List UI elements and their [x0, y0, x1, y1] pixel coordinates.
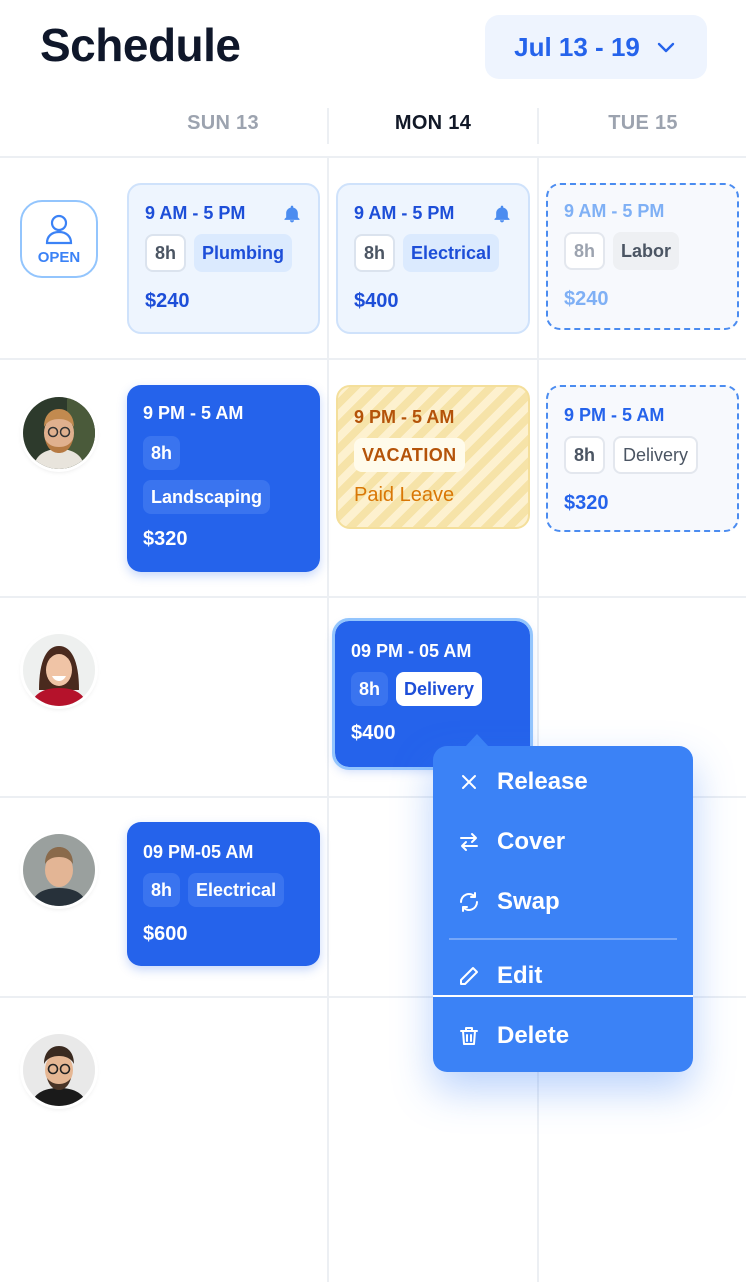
date-range-label: Jul 13 - 19 — [514, 31, 640, 62]
shift-price: $600 — [143, 923, 188, 945]
grid-divider — [0, 156, 746, 158]
shift-time: 9 PM - 5 AM — [564, 405, 665, 425]
shift-time: 9 AM - 5 PM — [145, 203, 246, 223]
avatar[interactable] — [23, 397, 95, 469]
grid-divider — [0, 596, 746, 598]
shift-price: $240 — [145, 290, 190, 312]
role-tag: Electrical — [188, 873, 285, 907]
bell-icon — [284, 205, 300, 222]
hours-tag: 8h — [143, 436, 181, 470]
day-header-sun[interactable]: SUN 13 — [118, 112, 328, 135]
refresh-icon — [460, 892, 478, 912]
shift-price: $240 — [564, 288, 609, 310]
grid-divider — [537, 108, 539, 144]
trash-icon — [460, 1027, 478, 1045]
shift-price: $400 — [351, 722, 396, 744]
hours-tag: 8h — [351, 672, 389, 706]
day-header-mon[interactable]: MON 14 — [328, 112, 538, 135]
bell-icon — [494, 205, 510, 222]
shift-time: 9 PM - 5 AM — [354, 407, 455, 427]
menu-label: Release — [497, 768, 588, 795]
menu-label: Swap — [497, 888, 560, 915]
role-tag: Plumbing — [194, 234, 293, 272]
grid-divider — [327, 158, 329, 1282]
role-tag: Landscaping — [143, 480, 271, 514]
shift-time: 09 PM-05 AM — [143, 842, 254, 862]
shift-price: $320 — [564, 492, 609, 514]
role-tag: Delivery — [613, 436, 699, 474]
grid-divider — [537, 158, 539, 1282]
avatar[interactable] — [23, 834, 95, 906]
hours-tag: 8h — [354, 234, 396, 272]
role-tag: Delivery — [396, 672, 483, 706]
date-range-button[interactable]: Jul 13 - 19 — [485, 15, 707, 79]
user-icon — [45, 214, 73, 244]
shift-time: 9 PM - 5 AM — [143, 403, 244, 423]
menu-label: Delete — [497, 1022, 570, 1049]
shift-time: 9 AM - 5 PM — [354, 203, 455, 223]
grid-divider — [0, 358, 746, 360]
page-title: Schedule — [40, 19, 241, 71]
open-shifts-badge[interactable]: OPEN — [20, 200, 98, 278]
menu-item-swap[interactable]: Swap — [433, 874, 693, 930]
menu-item-release[interactable]: Release — [433, 754, 693, 810]
chevron-down-icon — [657, 42, 675, 53]
hours-tag: 8h — [564, 232, 606, 270]
close-icon — [462, 775, 476, 789]
shift-card-p3-sun[interactable]: 09 PM-05 AM 8h Electrical $600 — [127, 822, 320, 966]
menu-divider — [449, 938, 677, 940]
hours-tag: 8h — [564, 436, 606, 474]
shift-card-open-tue[interactable]: 9 AM - 5 PM 8h Labor $240 — [546, 183, 739, 330]
shift-price: $320 — [143, 528, 188, 550]
shift-time: 9 AM - 5 PM — [564, 201, 665, 221]
menu-label: Edit — [497, 962, 543, 989]
menu-item-cover[interactable]: Cover — [433, 814, 693, 870]
open-label: OPEN — [37, 248, 81, 266]
menu-item-delete[interactable]: Delete — [433, 1008, 693, 1064]
shift-time: 09 PM - 05 AM — [351, 641, 472, 661]
role-tag: Labor — [613, 232, 680, 270]
day-header-tue[interactable]: TUE 15 — [538, 112, 746, 135]
shift-context-menu: Release Cover Swap Edit Delete — [433, 746, 693, 1072]
pencil-icon — [460, 967, 478, 985]
shift-card-p1-sun[interactable]: 9 PM - 5 AM 8h Landscaping $320 — [127, 385, 320, 572]
shift-card-p1-tue[interactable]: 9 PM - 5 AM 8h Delivery $320 — [546, 385, 739, 532]
hours-tag: 8h — [143, 873, 181, 907]
avatar[interactable] — [23, 634, 95, 706]
shift-card-vacation[interactable]: 9 PM - 5 AM VACATION Paid Leave — [336, 385, 530, 529]
shift-price: $400 — [354, 290, 399, 312]
menu-divider — [433, 995, 693, 997]
role-tag: Electrical — [403, 234, 500, 272]
hours-tag: 8h — [145, 234, 187, 272]
grid-divider — [327, 108, 329, 144]
shift-card-open-mon[interactable]: 9 AM - 5 PM 8h Electrical $400 — [336, 183, 530, 334]
leave-type: Paid Leave — [354, 484, 455, 506]
vacation-tag: VACATION — [354, 438, 465, 472]
shift-card-open-sun[interactable]: 9 AM - 5 PM 8h Plumbing $240 — [127, 183, 320, 334]
menu-label: Cover — [497, 828, 566, 855]
avatar[interactable] — [23, 1034, 95, 1106]
arrows-exchange-icon — [460, 833, 478, 851]
